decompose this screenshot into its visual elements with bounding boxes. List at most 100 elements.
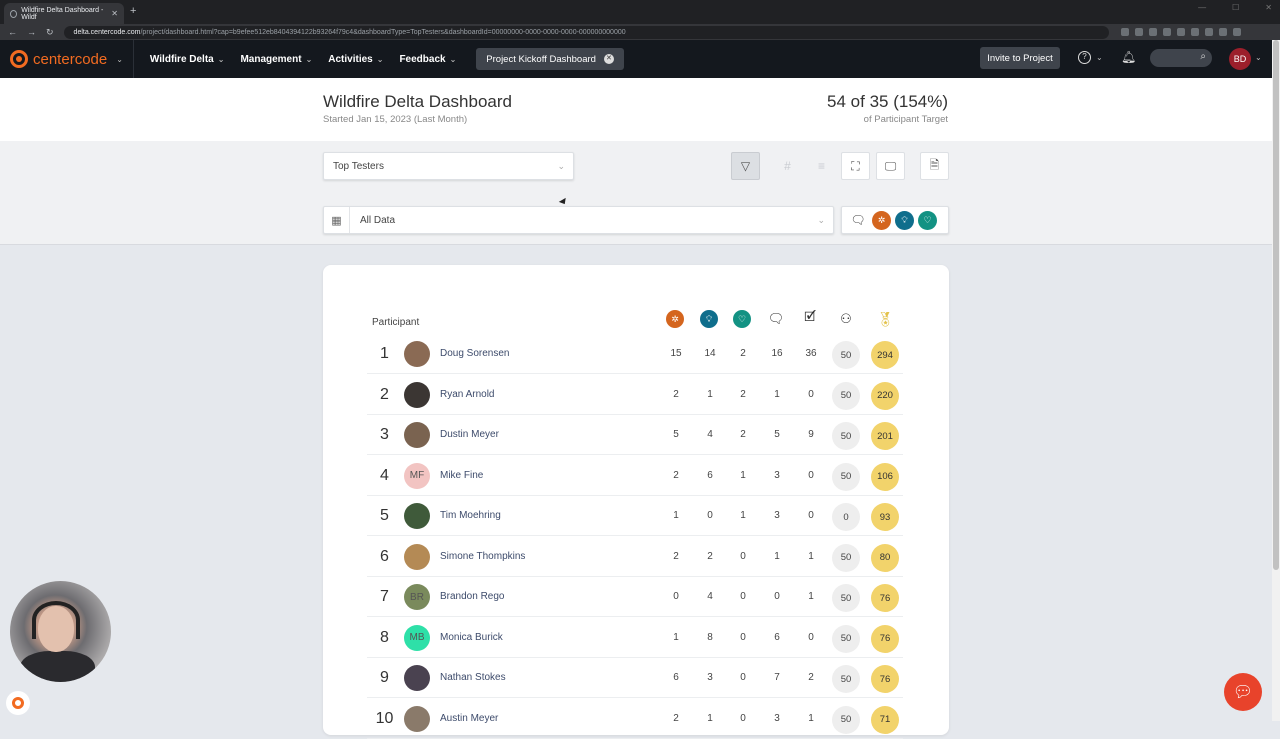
extension-icon[interactable]: [1190, 28, 1199, 36]
extension-icon[interactable]: [1176, 28, 1185, 36]
participant-name[interactable]: Monica Burick: [440, 632, 503, 643]
profile-icon[interactable]: [1232, 28, 1241, 36]
chevron-down-icon[interactable]: ⌄: [1096, 53, 1103, 62]
rank: 4: [380, 466, 389, 484]
participant-name[interactable]: Ryan Arnold: [440, 389, 494, 400]
rank: 3: [380, 426, 389, 443]
stat-value: 0: [707, 510, 713, 521]
issue-bug-icon[interactable]: ✲: [872, 210, 891, 230]
participant-avatar[interactable]: [404, 705, 430, 732]
participant-name[interactable]: Austin Meyer: [440, 713, 498, 724]
participant-name[interactable]: Doug Sorensen: [440, 348, 510, 359]
nav-management-menu[interactable]: Management ⌄: [240, 54, 312, 65]
date-range-select[interactable]: ▦ All Data ⌄: [323, 206, 834, 234]
participant-name[interactable]: Simone Thompkins: [440, 551, 525, 562]
stat-value: 2: [808, 672, 814, 683]
browser-tabstrip: Wildfire Delta Dashboard - Wildf ✕ + — ☐…: [0, 0, 1280, 24]
chevron-down-icon[interactable]: ⌄: [1255, 53, 1262, 62]
close-icon[interactable]: ✕: [111, 9, 118, 18]
bookmark-star-icon[interactable]: [1148, 28, 1157, 36]
participant-avatar[interactable]: MF: [404, 462, 430, 489]
stat-value: 2: [740, 388, 746, 400]
stat-value: 1: [808, 712, 814, 724]
bell-icon[interactable]: 🔔︎: [1121, 50, 1136, 64]
stat-value: 2: [673, 388, 679, 400]
participant-avatar[interactable]: MB: [404, 624, 430, 651]
stat-value: 6: [774, 631, 780, 643]
forward-icon[interactable]: →: [27, 27, 36, 38]
numbers-view-button[interactable]: #: [773, 152, 802, 180]
user-avatar[interactable]: BD: [1229, 48, 1251, 70]
invite-button[interactable]: Invite to Project: [980, 47, 1060, 69]
dashboard-select[interactable]: Top Testers ⌄: [323, 152, 574, 180]
chat-button[interactable]: 💬︎: [1224, 673, 1262, 711]
list-view-button[interactable]: ≡: [807, 152, 836, 180]
page-scrollbar[interactable]: [1272, 40, 1280, 721]
nav-label: Management: [240, 53, 302, 65]
hash-icon: #: [784, 159, 791, 173]
browser-tab[interactable]: Wildfire Delta Dashboard - Wildf ✕: [4, 3, 124, 24]
people-icon: ⚇: [840, 311, 852, 326]
document-icon: 🗎︎: [929, 157, 940, 172]
praise-heart-icon[interactable]: ♡: [918, 210, 937, 230]
stat-value: 15: [670, 348, 682, 359]
filter-button[interactable]: ▽: [731, 152, 760, 180]
scrollbar-thumb[interactable]: [1273, 40, 1279, 570]
speech-bubble-icon[interactable]: 🗨︎: [848, 213, 868, 227]
participant-avatar[interactable]: [404, 503, 430, 529]
participant-name[interactable]: Tim Moehring: [440, 510, 501, 521]
webcam-overlay: [10, 581, 111, 682]
sidepanel-icon[interactable]: [1218, 28, 1227, 36]
idea-lightbulb-icon[interactable]: 💡︎: [895, 210, 914, 230]
url-field[interactable]: delta.centercode.com/project/dashboard.h…: [63, 25, 1109, 39]
present-button[interactable]: 🖵︎: [876, 152, 905, 180]
stat-value: 2: [740, 348, 746, 359]
stat-value: 1: [774, 550, 780, 562]
participant-avatar[interactable]: [404, 422, 430, 448]
search-input[interactable]: ⌕: [1150, 49, 1212, 67]
centercode-badge-icon[interactable]: [6, 691, 30, 715]
minimize-icon[interactable]: —: [1198, 3, 1206, 12]
stat-value: 14: [704, 348, 716, 359]
stat-value: 2: [673, 550, 679, 562]
participant-name[interactable]: Nathan Stokes: [440, 672, 506, 683]
participant-avatar[interactable]: BR: [404, 584, 430, 610]
maximize-icon[interactable]: ☐: [1232, 3, 1239, 12]
completion-badge: 50: [832, 665, 860, 693]
nav-feedback-menu[interactable]: Feedback ⌄: [399, 54, 456, 65]
participant-name[interactable]: Brandon Rego: [440, 591, 505, 602]
brand-menu[interactable]: centercode ⌄: [10, 50, 123, 68]
medal-icon: 🏅︎: [876, 310, 894, 327]
export-pdf-button[interactable]: 🗎︎: [920, 152, 949, 180]
new-tab-icon[interactable]: +: [130, 5, 136, 17]
participant-avatar[interactable]: [404, 543, 430, 570]
participant-avatar[interactable]: [404, 341, 430, 367]
zoom-icon[interactable]: [1120, 28, 1129, 36]
clear-icon[interactable]: ✕: [603, 54, 614, 64]
extension-icon[interactable]: [1162, 28, 1171, 36]
filter-icon: ▽: [740, 159, 751, 173]
help-icon[interactable]: ?: [1078, 51, 1091, 64]
reload-icon[interactable]: ↻: [46, 27, 54, 38]
score-badge: 76: [871, 665, 899, 693]
back-icon[interactable]: ←: [8, 27, 17, 38]
participant-avatar[interactable]: [404, 381, 430, 408]
score-badge: 294: [871, 341, 899, 369]
score-badge: 80: [871, 543, 899, 572]
stat-value: 1: [740, 510, 746, 521]
nav-label: Activities: [328, 53, 373, 65]
participant-name[interactable]: Mike Fine: [440, 470, 483, 481]
active-dashboard-pill[interactable]: Project Kickoff Dashboard ✕: [476, 48, 624, 70]
fullscreen-button[interactable]: ⛶: [841, 152, 870, 180]
share-icon[interactable]: [1134, 28, 1143, 36]
puzzle-icon[interactable]: [1204, 28, 1213, 36]
window-close-icon[interactable]: ✕: [1265, 3, 1272, 12]
participant-name[interactable]: Dustin Meyer: [440, 429, 499, 440]
headphones-icon: [32, 601, 80, 639]
nav-activities-menu[interactable]: Activities ⌄: [328, 54, 383, 65]
nav-project-menu[interactable]: Wildfire Delta ⌄: [150, 54, 225, 65]
participant-avatar[interactable]: [404, 665, 430, 691]
table-row: 6 Simone Thompkins 2 2 0 1 1 50 80: [367, 537, 903, 577]
chevron-down-icon: ⌄: [217, 54, 225, 64]
page-title: Wildfire Delta Dashboard: [323, 92, 512, 111]
